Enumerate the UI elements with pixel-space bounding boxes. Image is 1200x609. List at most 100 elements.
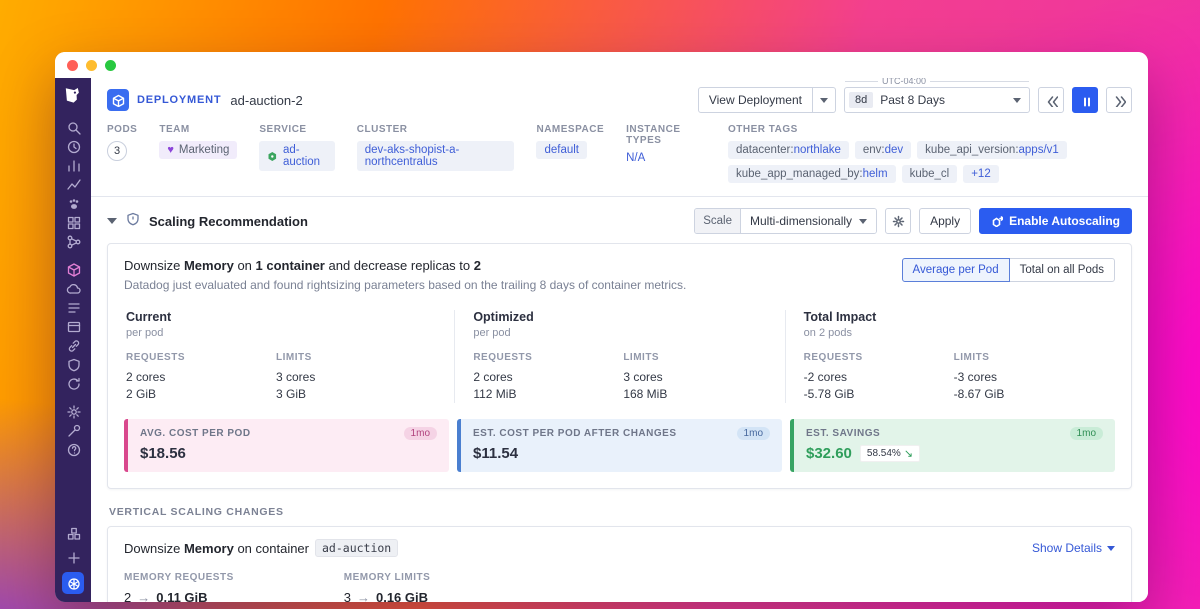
app-window: DEPLOYMENT ad-auction-2 View Deployment …	[55, 52, 1148, 602]
nav-pin[interactable]	[62, 548, 84, 567]
limits-mem-value: 3 GiB	[276, 386, 436, 403]
datadog-logo[interactable]	[61, 84, 85, 108]
other-tags-label: OTHER TAGS	[728, 124, 1132, 135]
column-subtitle: per pod	[473, 327, 766, 339]
section-collapse-chevron-icon[interactable]	[107, 218, 117, 224]
nav-security[interactable]	[55, 355, 91, 374]
minimize-button[interactable]	[86, 60, 97, 71]
namespace-tag[interactable]: default	[536, 141, 587, 159]
trend-down-icon: ↘	[904, 447, 913, 460]
nav-ci[interactable]	[55, 336, 91, 355]
other-tag[interactable]: datacenter:northlake	[728, 141, 849, 159]
skip-forward-button[interactable]	[1106, 87, 1132, 113]
branch-icon	[66, 234, 81, 249]
nav-recents[interactable]	[55, 137, 91, 156]
nav-synthetics[interactable]	[55, 374, 91, 393]
limits-mem-value: 168 MiB	[623, 386, 766, 403]
more-tags-badge[interactable]: +12	[963, 165, 999, 183]
link-icon	[66, 338, 81, 353]
team-tag[interactable]: ♥Marketing	[159, 141, 237, 159]
scale-mode-select[interactable]: Scale Multi-dimensionally	[694, 208, 877, 234]
pods-count-badge[interactable]: 3	[107, 141, 127, 161]
kubernetes-icon	[66, 576, 80, 590]
meta-instance-types: INSTANCE TYPES N/A	[626, 124, 706, 164]
show-details-link[interactable]: Show Details	[1032, 541, 1115, 555]
memory-requests-metric: MEMORY REQUESTS 2→0.11 GiB	[124, 572, 234, 602]
recommendation-card: Downsize Memory on 1 container and decre…	[107, 243, 1132, 489]
scaling-recommendation-icon	[125, 211, 141, 232]
limits-label: LIMITS	[276, 352, 436, 363]
metric-to: 0.16 GiB	[376, 590, 428, 602]
other-tag[interactable]: kube_cl	[902, 165, 958, 183]
service-tag[interactable]: ad-auction	[259, 141, 334, 171]
other-tag[interactable]: env:dev	[855, 141, 911, 159]
cost-value: $18.56	[140, 445, 186, 462]
time-range-select[interactable]: UTC-04:00 8d Past 8 Days	[844, 87, 1030, 113]
column-current: Current per pod REQUESTS 2 cores 2 GiB L…	[124, 310, 454, 403]
summary-text: on	[234, 258, 256, 273]
metric-label: MEMORY LIMITS	[344, 572, 431, 583]
chevron-down-icon	[1013, 98, 1021, 103]
nav-logs[interactable]	[55, 298, 91, 317]
total-all-pods-toggle[interactable]: Total on all Pods	[1009, 258, 1115, 282]
paw-icon	[66, 196, 81, 211]
nav-dashboards[interactable]	[55, 156, 91, 175]
apply-button[interactable]: Apply	[919, 208, 971, 234]
nav-serverless[interactable]	[55, 279, 91, 298]
requests-mem-value: 112 MiB	[473, 386, 623, 403]
requests-label: REQUESTS	[126, 352, 276, 363]
team-label: TEAM	[159, 124, 237, 135]
skip-back-button[interactable]	[1038, 87, 1064, 113]
limits-label: LIMITS	[623, 352, 766, 363]
gear-icon	[892, 215, 905, 228]
view-deployment-group: View Deployment	[698, 87, 836, 113]
tag-value: dev	[885, 144, 904, 156]
nav-infrastructure[interactable]	[55, 213, 91, 232]
nav-containers[interactable]	[55, 260, 91, 279]
nav-settings[interactable]	[55, 402, 91, 421]
cluster-tag[interactable]: dev-aks-shopist-a-northcentralus	[357, 141, 515, 171]
pause-button[interactable]	[1072, 87, 1098, 113]
close-button[interactable]	[67, 60, 78, 71]
nav-watchdog[interactable]	[55, 194, 91, 213]
requests-label: REQUESTS	[804, 352, 954, 363]
nav-search[interactable]	[55, 118, 91, 137]
nav-help[interactable]	[55, 440, 91, 459]
limits-cpu-value: 3 cores	[623, 369, 766, 386]
column-subtitle: per pod	[126, 327, 436, 339]
period-badge: 1mo	[404, 427, 437, 440]
cluster-label: CLUSTER	[357, 124, 515, 135]
tag-value: northlake	[794, 144, 841, 156]
cluster-value: dev-aks-shopist-a-northcentralus	[365, 144, 507, 168]
nav-kubernetes[interactable]	[62, 572, 84, 594]
view-deployment-button[interactable]: View Deployment	[698, 87, 813, 113]
other-tag[interactable]: kube_api_version:apps/v1	[917, 141, 1067, 159]
blocks-icon	[66, 526, 81, 541]
summary-bold: Memory	[184, 258, 234, 273]
requests-mem-value: -5.78 GiB	[804, 386, 954, 403]
arrow-right-icon: →	[357, 590, 370, 602]
average-per-pod-toggle[interactable]: Average per Pod	[902, 258, 1010, 282]
nav-support[interactable]	[55, 421, 91, 440]
savings-box: EST. SAVINGS 1mo $32.60 58.54%↘	[790, 419, 1115, 472]
vertical-section-heading: VERTICAL SCALING CHANGES	[109, 506, 1130, 518]
other-tag[interactable]: kube_app_managed_by:helm	[728, 165, 896, 183]
nav-apm[interactable]	[55, 232, 91, 251]
nav-metrics[interactable]	[55, 175, 91, 194]
column-subtitle: on 2 pods	[804, 327, 1097, 339]
view-deployment-caret-button[interactable]	[813, 87, 836, 113]
cost-value: $32.60	[806, 445, 852, 462]
avg-cost-box: AVG. COST PER POD 1mo $18.56	[124, 419, 449, 472]
tag-key: env:	[863, 144, 885, 156]
section-title: Scaling Recommendation	[149, 214, 308, 229]
settings-gear-button[interactable]	[885, 208, 911, 234]
chevron-down-icon	[820, 98, 828, 103]
nav-rum[interactable]	[55, 317, 91, 336]
service-label: SERVICE	[259, 124, 334, 135]
zoom-button[interactable]	[105, 60, 116, 71]
nav-integrations[interactable]	[62, 524, 84, 543]
requests-label: REQUESTS	[473, 352, 623, 363]
container-code-chip[interactable]: ad-auction	[315, 539, 398, 557]
enable-autoscaling-button[interactable]: Enable Autoscaling	[979, 208, 1132, 234]
summary-bold: 1 container	[256, 258, 325, 273]
